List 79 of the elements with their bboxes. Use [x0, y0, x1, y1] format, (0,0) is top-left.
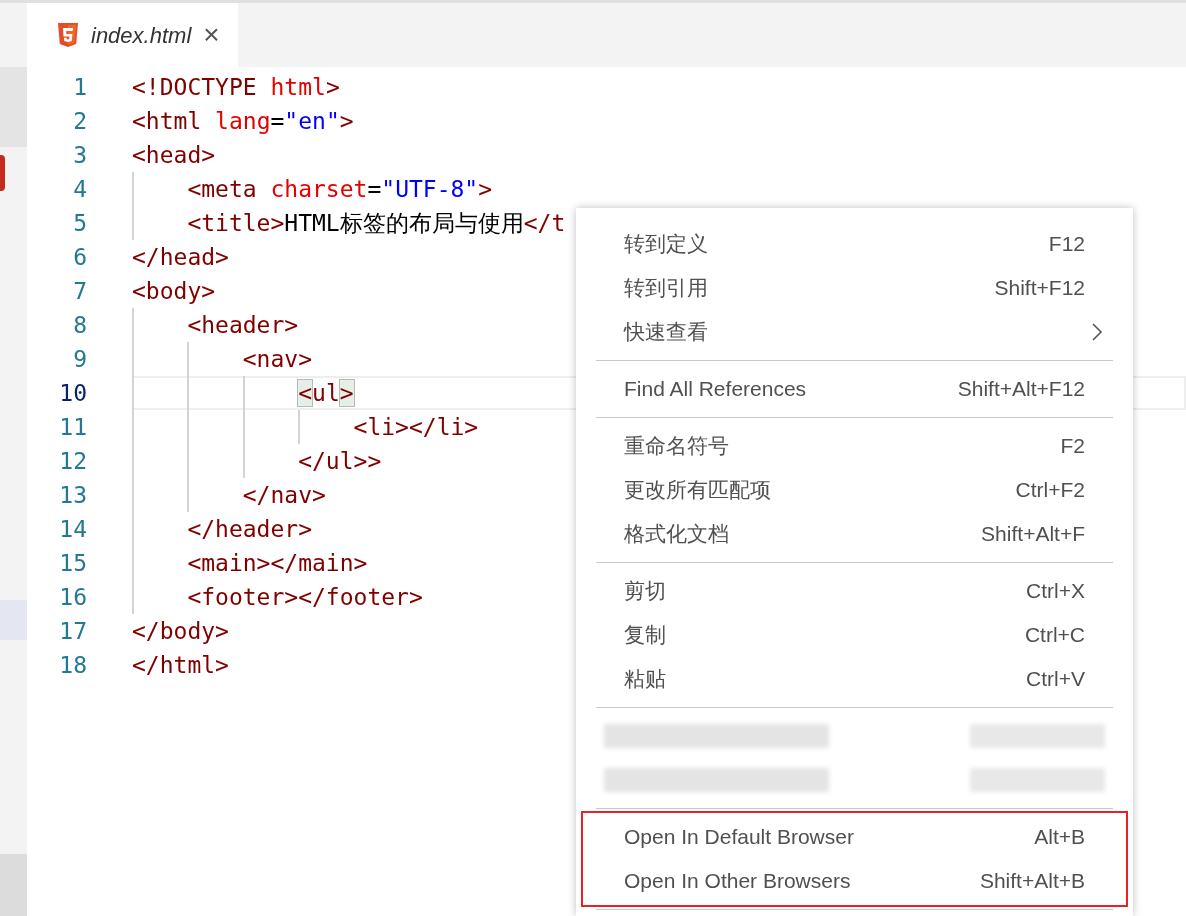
menu-item-shortcut: Ctrl+C — [1024, 622, 1085, 649]
line-number: 4 — [72, 174, 87, 204]
code-line: <title>HTML标签的布局与使用</t — [186, 208, 566, 238]
close-button[interactable]: × — [203, 21, 220, 49]
code-line: </body> — [132, 616, 229, 646]
code-line: <html lang="en"> — [132, 106, 354, 136]
sidebar-item-highlight — [0, 854, 27, 916]
menu-item[interactable]: 复制 Ctrl+C — [596, 613, 1113, 657]
error-marker — [0, 155, 5, 191]
menu-item-shortcut: Shift+F12 — [994, 275, 1085, 302]
menu-item-shortcut: Ctrl+V — [1026, 666, 1085, 693]
code-line: </ul>> — [297, 446, 382, 476]
line-number: 7 — [72, 276, 87, 306]
menu-item[interactable]: 格式化文档 Shift+Alt+F — [596, 512, 1113, 556]
menu-item-label: 快速查看 — [624, 319, 708, 346]
line-number: 5 — [72, 208, 87, 238]
line-number: 3 — [72, 140, 87, 170]
menu-item[interactable]: 重命名符号 F2 — [596, 424, 1113, 468]
menu-item[interactable]: 粘贴 Ctrl+V — [596, 657, 1113, 701]
menu-item[interactable]: 更改所有匹配项 Ctrl+F2 — [596, 468, 1113, 512]
menu-item[interactable]: Open In Other Browsers Shift+Alt+B — [596, 859, 1113, 903]
code-line: </nav> — [241, 480, 326, 510]
code-line: <li></li> — [352, 412, 479, 442]
menu-item-shortcut: Ctrl+F2 — [1015, 477, 1085, 504]
menu-item-label: Open In Other Browsers — [624, 868, 851, 895]
code-line: <ul> — [297, 378, 354, 408]
menu-item-label: Find All References — [624, 376, 807, 403]
code-line: <!DOCTYPE html> — [132, 72, 340, 102]
line-number: 18 — [58, 650, 87, 680]
menu-item[interactable]: 转到定义 F12 — [596, 222, 1113, 266]
menu-item-shortcut: Alt+B — [1034, 824, 1085, 851]
sidebar-item-highlight — [0, 600, 27, 640]
menu-item[interactable]: 剪切 Ctrl+X — [596, 569, 1113, 613]
menu-item-label: 粘贴 — [624, 666, 666, 693]
menu-item-shortcut: Ctrl+X — [1026, 578, 1085, 605]
line-number: 17 — [58, 616, 87, 646]
code-line: <header> — [186, 310, 299, 340]
line-number: 12 — [58, 446, 87, 476]
line-number: 14 — [58, 514, 87, 544]
menu-item-shortcut: F2 — [1060, 433, 1085, 460]
menu-item-label: Open In Default Browser — [624, 824, 854, 851]
editor-tab[interactable]: index.html × — [27, 3, 238, 67]
line-number: 15 — [58, 548, 87, 578]
tab-title: index.html — [91, 21, 192, 50]
line-number: 10 — [58, 378, 87, 408]
line-number: 9 — [72, 344, 87, 374]
line-number: 8 — [72, 310, 87, 340]
menu-item[interactable]: 转到引用 Shift+F12 — [596, 266, 1113, 310]
code-line: <head> — [132, 140, 216, 170]
menu-item-shortcut: Shift+Alt+F12 — [957, 376, 1085, 403]
code-line: </html> — [132, 650, 229, 680]
code-line: </head> — [132, 242, 229, 272]
code-line: <meta charset="UTF-8"> — [186, 174, 493, 204]
code-line: <nav> — [241, 344, 312, 374]
line-number: 1 — [72, 72, 87, 102]
menu-item-label: 转到定义 — [624, 231, 708, 258]
menu-item-label: 重命名符号 — [624, 433, 729, 460]
html5-icon — [57, 22, 79, 48]
line-number: 11 — [58, 412, 87, 442]
menu-item-label: 剪切 — [624, 578, 666, 605]
code-line: <body> — [132, 276, 216, 306]
menu-item-label: 更改所有匹配项 — [624, 477, 771, 504]
menu-item-label: 复制 — [624, 622, 666, 649]
menu-item-label: 格式化文档 — [624, 521, 729, 548]
menu-item[interactable]: Find All References Shift+Alt+F12 — [596, 367, 1113, 411]
menu-item[interactable]: 快速查看 — [596, 310, 1113, 354]
menu-item-shortcut: F12 — [1048, 231, 1085, 258]
line-number: 16 — [58, 582, 87, 612]
chevron-right-icon — [1091, 322, 1103, 342]
code-line: <footer></footer> — [186, 582, 423, 612]
line-number: 2 — [72, 106, 87, 136]
code-line: </header> — [186, 514, 312, 544]
line-number: 6 — [72, 242, 87, 272]
code-line: <main></main> — [186, 548, 368, 578]
menu-item-shortcut: Shift+Alt+B — [979, 868, 1085, 895]
menu-item[interactable]: Open In Default Browser Alt+B — [596, 815, 1113, 859]
menu-item-label: 转到引用 — [624, 275, 708, 302]
line-number: 13 — [58, 480, 87, 510]
menu-item-shortcut: Shift+Alt+F — [981, 521, 1085, 548]
